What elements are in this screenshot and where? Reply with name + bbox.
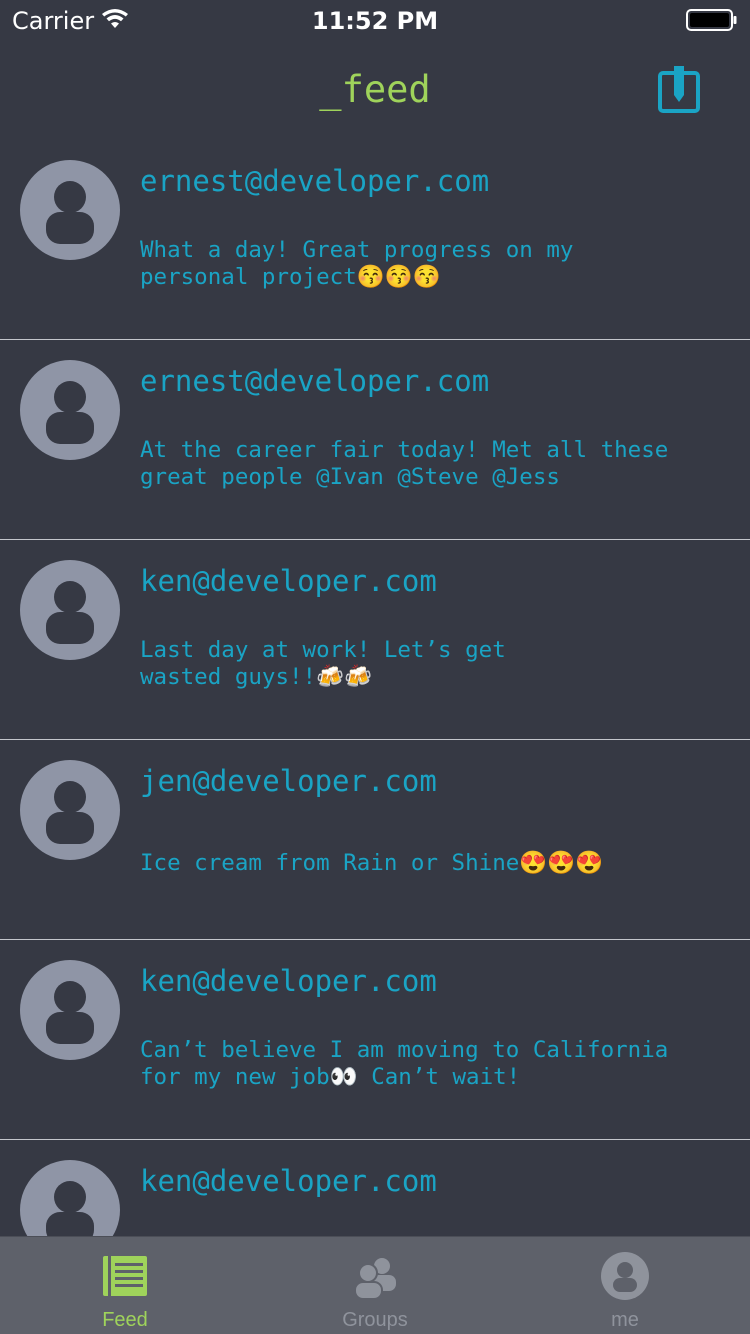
post-text: Can’t believe I am moving to California … [140,1037,669,1090]
post-text: At the career fair today! Met all these … [140,437,669,490]
tab-label: Feed [102,1309,148,1331]
feed-item[interactable]: ken@developer.com Can’t believe I am mov… [0,940,750,1140]
feed-list[interactable]: ernest@developer.com What a day! Great p… [0,140,750,1236]
status-bar: Carrier 11:52 PM [0,0,750,40]
post-author-email: jen@developer.com [140,764,437,798]
post-text: Last day at work! Let’s get wasted guys!… [140,637,506,690]
page-title: _feed [319,68,431,111]
avatar [20,160,120,260]
compose-button[interactable] [656,66,704,116]
post-text: What a day! Great progress on my persona… [140,237,574,290]
feed-item[interactable]: ernest@developer.com At the career fair … [0,340,750,540]
avatar [20,560,120,660]
feed-item[interactable]: ernest@developer.com What a day! Great p… [0,140,750,340]
post-author-email: ken@developer.com [140,564,437,598]
avatar [20,1160,120,1236]
avatar [20,960,120,1060]
feed-item[interactable]: ken@developer.com Last day at work! Let’… [0,540,750,740]
post-text: Ice cream from Rain or Shine😍😍😍 [140,850,604,876]
post-author-email: ken@developer.com [140,1164,437,1198]
post-author-email: ernest@developer.com [140,364,490,398]
battery-icon [686,9,737,31]
tab-feed[interactable]: Feed [0,1237,250,1334]
feed-icon [103,1256,147,1296]
post-author-email: ken@developer.com [140,964,437,998]
tab-groups[interactable]: Groups [250,1237,500,1334]
post-author-email: ernest@developer.com [140,164,490,198]
profile-icon [601,1252,649,1300]
avatar [20,760,120,860]
avatar [20,360,120,460]
navigation-bar: _feed [0,40,750,140]
tab-label: Groups [342,1309,408,1331]
feed-item[interactable]: ken@developer.com [0,1140,750,1236]
groups-icon [354,1258,396,1300]
tab-me[interactable]: me [500,1237,750,1334]
status-time: 11:52 PM [311,7,439,35]
feed-item[interactable]: jen@developer.com Ice cream from Rain or… [0,740,750,940]
tab-bar: Feed Groups me [0,1236,750,1334]
tab-label: me [611,1309,639,1331]
